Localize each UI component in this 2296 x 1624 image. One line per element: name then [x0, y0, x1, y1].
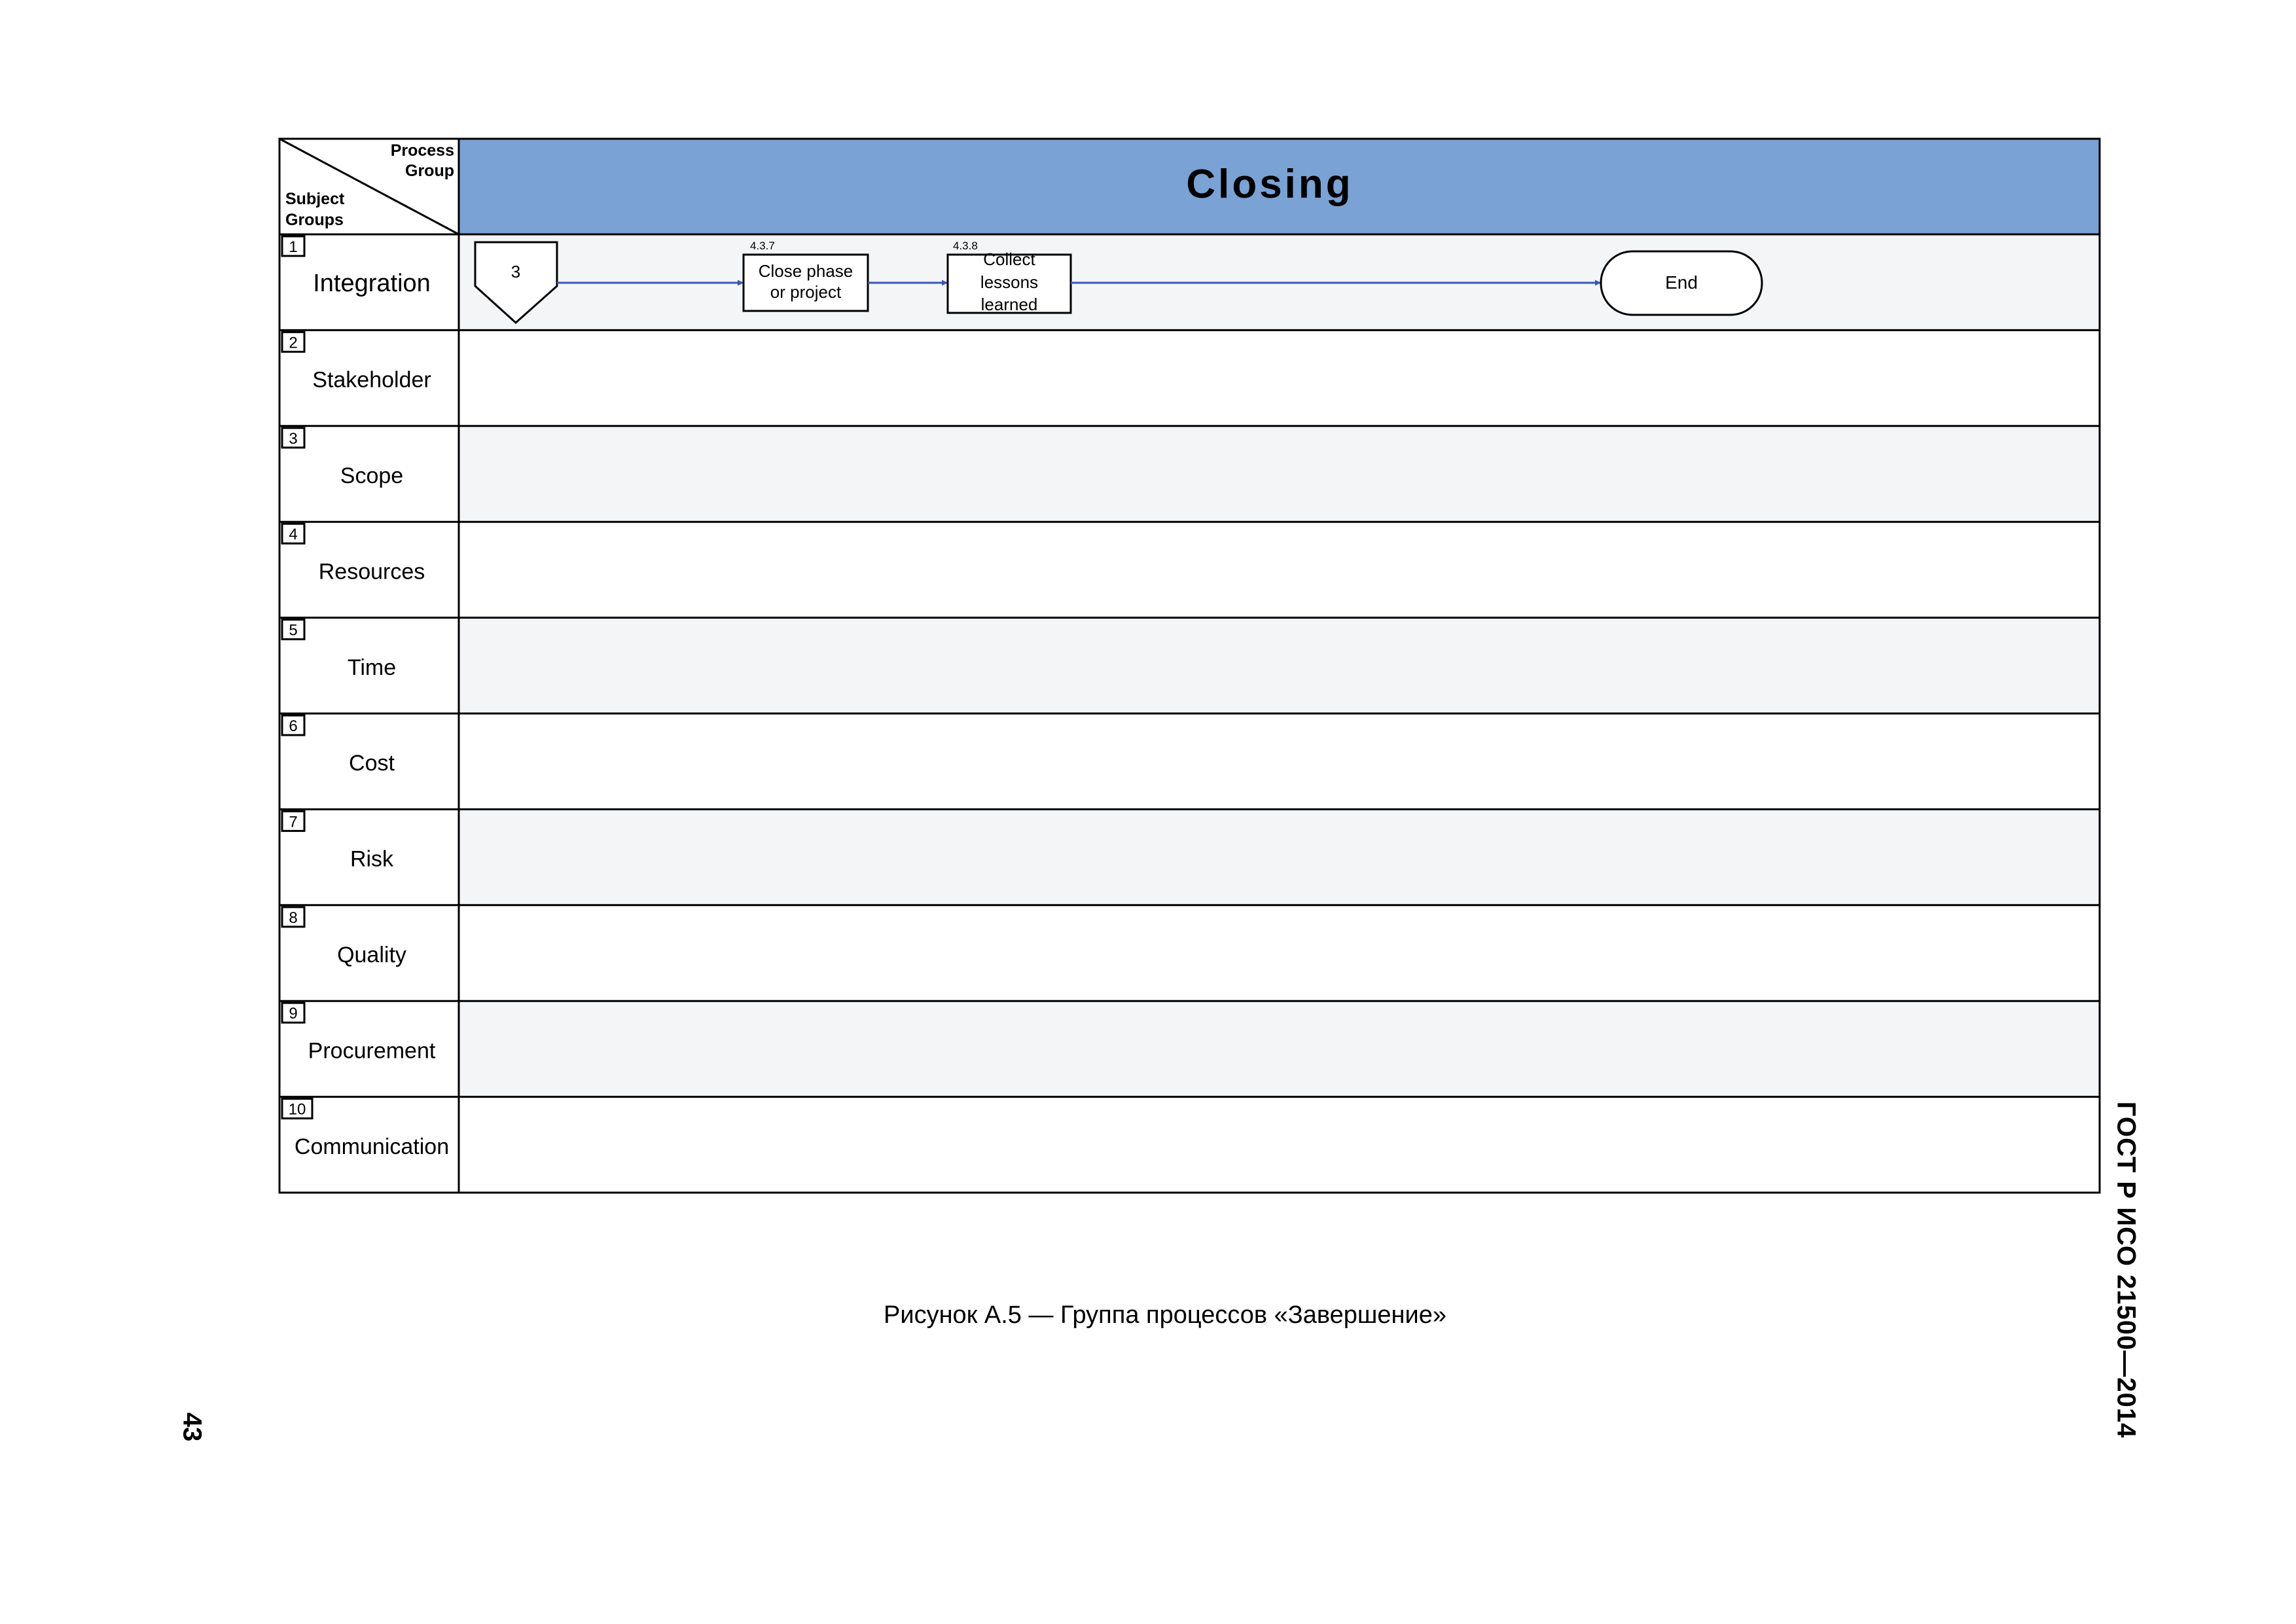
row-number: 2 — [289, 334, 297, 352]
subject-group-label: Resources — [319, 559, 425, 584]
process-ref-close: 4.3.7 — [750, 240, 775, 252]
end-terminator-label: End — [1665, 272, 1698, 293]
corner-bottom-line2: Groups — [285, 211, 344, 229]
process-close-line1: Close phase — [759, 261, 853, 281]
swimlane — [459, 330, 2100, 426]
swimlane — [459, 809, 2100, 905]
subject-group-label: Communication — [295, 1134, 449, 1159]
row-number: 7 — [289, 813, 297, 831]
page-number: 43 — [175, 1401, 208, 1453]
subject-group-label: Procurement — [308, 1038, 436, 1063]
corner-top-line2: Group — [405, 162, 454, 180]
swimlane — [459, 905, 2100, 1001]
subject-group-label: Integration — [313, 270, 431, 297]
row-number: 10 — [289, 1101, 306, 1119]
swimlane — [459, 522, 2100, 618]
row-number: 3 — [289, 430, 297, 448]
standard-code-text: ГОСТ Р ИСО 21500—2014 — [2111, 1101, 2141, 1439]
off-page-connector-label: 3 — [511, 262, 520, 281]
page-number-text: 43 — [177, 1412, 207, 1442]
subject-group-label: Stakeholder — [312, 368, 431, 393]
process-lessons-line3: learned — [981, 295, 1038, 314]
subject-group-label: Time — [348, 655, 396, 680]
swimlane — [459, 1096, 2100, 1193]
corner-bottom-line1: Subject — [285, 190, 345, 208]
swimlane — [459, 713, 2100, 810]
row-number: 1 — [289, 238, 297, 256]
swimlane — [459, 1001, 2100, 1097]
row-number: 6 — [289, 717, 297, 735]
process-close-line2: or project — [770, 282, 842, 302]
subject-group-label: Scope — [340, 463, 403, 488]
process-ref-lessons: 4.3.8 — [953, 240, 978, 252]
subject-group-rows: 1 Integration 2 Stakeholder 3 Scope 4 Resources… — [279, 233, 2100, 1193]
row-number: 5 — [289, 622, 297, 640]
row-number: 4 — [289, 526, 297, 543]
row-number: 9 — [289, 1005, 297, 1022]
swimlane — [459, 617, 2100, 713]
subject-group-label: Cost — [349, 751, 395, 776]
figure-caption: Рисунок А.5 — Группа процессов «Завершен… — [884, 1301, 1446, 1329]
corner-top-line1: Process — [391, 141, 454, 160]
subject-group-label: Risk — [350, 847, 394, 872]
process-lessons-line1: Collect — [983, 249, 1035, 269]
row-number: 8 — [289, 909, 297, 927]
process-group-title: Closing — [1186, 162, 1353, 207]
process-lessons-line2: lessons — [980, 272, 1038, 292]
subject-group-label: Quality — [337, 943, 406, 967]
process-diagram: Process Group Subject Groups Closing 1 In… — [278, 137, 2101, 1194]
standard-code: ГОСТ Р ИСО 21500—2014 — [2111, 1100, 2141, 1440]
swimlane — [459, 425, 2100, 522]
